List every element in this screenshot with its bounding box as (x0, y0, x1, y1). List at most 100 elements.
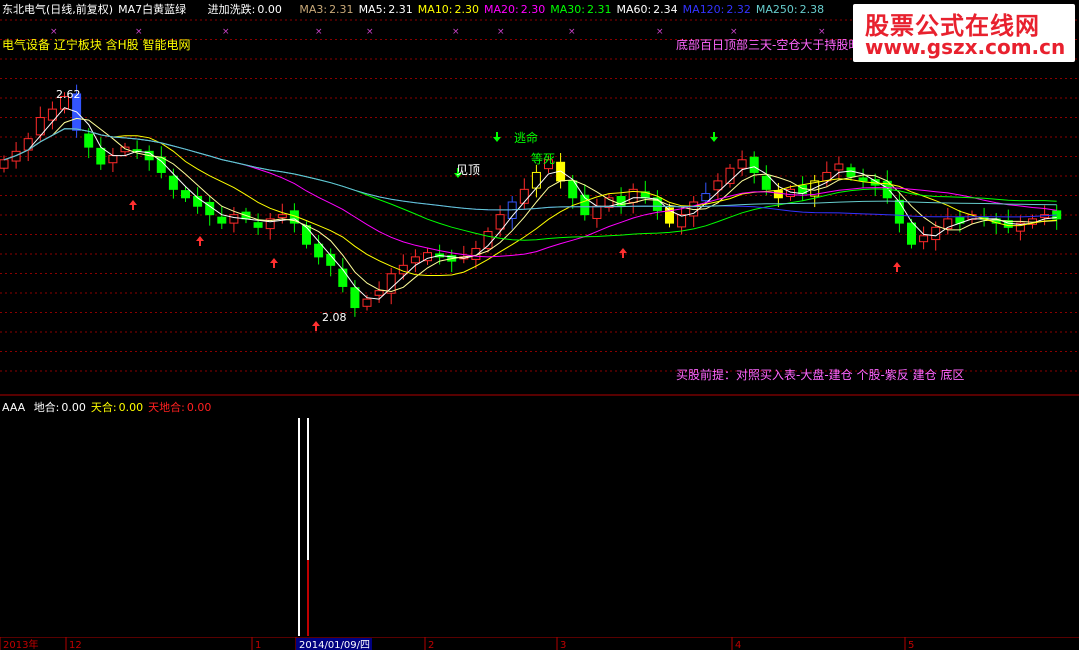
candle-body (701, 193, 711, 202)
ma-label: MA10: (417, 3, 453, 16)
candle-body (362, 298, 372, 307)
candle-body (761, 175, 771, 190)
axis-label: 2013年 (3, 638, 38, 650)
sub-panel-name: AAA (2, 401, 26, 414)
sub-label: 天合: (90, 401, 117, 414)
candle-body (834, 163, 844, 171)
sub-legend: AAA 地合: 0.00 天合: 0.00 天地合: 0.00 (2, 399, 221, 415)
ma-label: MA60: (616, 3, 652, 16)
marker-cross: × (568, 27, 576, 37)
candle-body (749, 156, 759, 173)
ma-label: MA5: (358, 3, 387, 16)
candle-body (277, 214, 287, 219)
marker-cross: × (222, 27, 230, 37)
low-price-label: 2.08 (322, 311, 347, 324)
watermark-line2: www.gszx.com.cn (865, 35, 1066, 59)
candle-body (96, 147, 106, 165)
marker-cross: × (135, 27, 143, 37)
candle-body (495, 214, 505, 230)
marker-cross: × (497, 27, 505, 37)
axis-label: 3 (560, 640, 566, 650)
ma-value: 2.38 (799, 3, 825, 16)
candle-body (314, 243, 324, 258)
sub-chart[interactable] (0, 396, 1079, 637)
ma-value: 2.30 (454, 3, 480, 16)
ma-label: MA30: (550, 3, 585, 16)
candle-body (410, 256, 420, 264)
candle-body (217, 216, 227, 224)
candle-body (253, 222, 263, 228)
diheh-bar (298, 418, 300, 636)
ma-legend: MA3: 2.31 MA5: 2.31 MA10: 2.30 MA20: 2.30 MA30: 2… (299, 3, 829, 16)
ma-label: MA120: (682, 3, 725, 16)
ma-label: MA250: (755, 3, 798, 16)
candle-body (302, 225, 311, 245)
marker-cross: × (315, 27, 323, 37)
candle-body (858, 177, 868, 182)
candle-body (84, 133, 94, 148)
sub-label: 天地合: (148, 401, 185, 414)
ma-value: 2.32 (726, 3, 751, 16)
tiandihe-bar (307, 560, 309, 636)
sell-arrow-icon (493, 132, 501, 142)
axis-label: 5 (908, 640, 914, 650)
sub-value: 0.00 (61, 401, 86, 414)
candle-body (168, 175, 178, 190)
marker-cross: × (452, 27, 460, 37)
candle-body (737, 159, 747, 169)
axis-label: 12 (69, 640, 82, 650)
candle-body (846, 167, 856, 178)
axis-label: 1 (255, 640, 261, 650)
indicator-name: MA7白黄蓝绿 (118, 3, 187, 16)
marker-cross: × (366, 27, 374, 37)
jjxd-label: 进加洗跌: (207, 3, 256, 16)
ma-value: 2.31 (586, 3, 612, 16)
candle-body (229, 214, 239, 224)
marker-cross: × (818, 27, 826, 37)
buy-arrow-icon (270, 258, 278, 268)
top-right-note: 底部百日顶部三天-空仓大于持股时 (676, 38, 861, 52)
candle-body (0, 159, 9, 169)
candle-body (108, 155, 118, 164)
marker-cross: × (730, 27, 738, 37)
ma-label: MA20: (484, 3, 519, 16)
taoming-signal: 逃命 (514, 131, 539, 145)
candle-body (773, 190, 783, 199)
candle-body (894, 199, 904, 224)
marker-cross: × (50, 27, 58, 37)
time-axis: 2013年 12 1 2014/01/09/四 2 3 4 5 (0, 637, 1079, 650)
buy-arrow-icon (196, 236, 204, 246)
candle-body (592, 205, 602, 219)
ma-value: 2.30 (520, 3, 546, 16)
candle-body (907, 222, 916, 245)
sector-tags: 电气设备 辽宁板块 含H股 智能电网 (2, 38, 191, 52)
jianding-signal: 见顶 (456, 163, 481, 177)
candle-body (531, 171, 541, 189)
sub-label: 地合: (33, 401, 60, 414)
ma-line-20 (3, 128, 1057, 258)
candle-body (338, 268, 348, 287)
buy-arrow-icon (312, 321, 320, 331)
buy-premise-note: 买股前提：对照买入表-大盘-建仓 个股-紫反 建仓 底区 (676, 368, 965, 382)
ma-value: 2.31 (388, 3, 413, 16)
buy-arrow-icon (129, 200, 137, 210)
candle-body (713, 180, 723, 191)
sub-legend-items: 地合: 0.00 天合: 0.00 天地合: 0.00 (34, 401, 217, 414)
main-legend: 东北电气(日线,前复权) MA7白黄蓝绿 进加洗跌: 0.00 MA3: 2.31 MA… (2, 1, 834, 17)
candle-body (519, 188, 529, 204)
marker-cross: × (656, 27, 664, 37)
stock-chart-window: × × × × × × × × × × × 东北电气(日线,前复权) MA7白黄蓝绿 进加洗跌: 0.0… (0, 0, 1079, 650)
ma-value: 2.31 (329, 3, 354, 16)
buy-arrow-icon (893, 262, 901, 272)
tianhe-bar (307, 418, 309, 560)
candle-body (374, 290, 384, 296)
watermark-logo: 股票公式在线网 www.gszx.com.cn (853, 4, 1075, 62)
candle-body (181, 190, 190, 199)
high-price-label: 2.62 (56, 88, 81, 101)
candle-body (350, 287, 360, 309)
candle-body (919, 235, 929, 243)
buy-arrow-icon (619, 248, 627, 258)
stock-title: 东北电气(日线,前复权) (2, 3, 114, 16)
axis-label: 2 (428, 640, 434, 650)
axis-label: 2014/01/09/四 (299, 640, 370, 650)
